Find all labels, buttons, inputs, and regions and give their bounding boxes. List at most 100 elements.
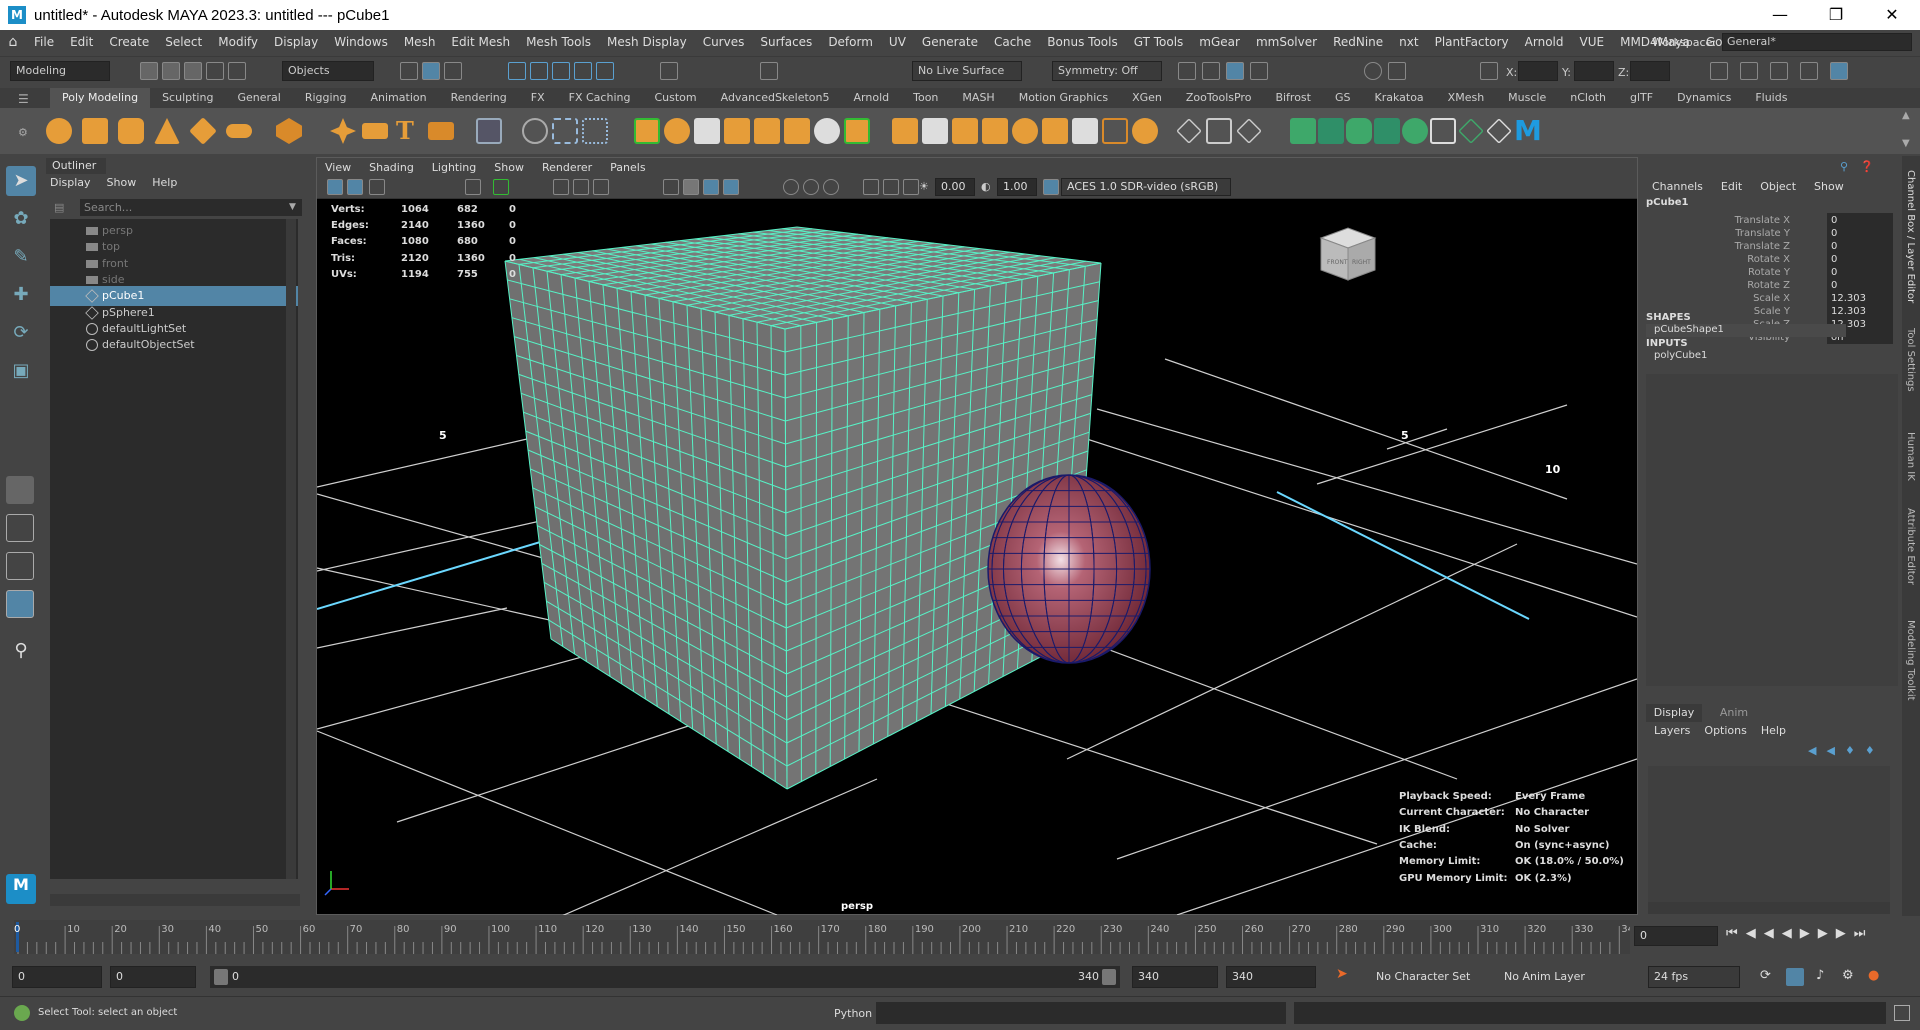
menu-create[interactable]: Create [101,35,157,49]
combine-icon[interactable] [522,118,548,144]
crease-icon[interactable] [1102,118,1128,144]
poly-plane-icon[interactable] [189,117,217,145]
grease-pencil-icon[interactable] [465,179,481,195]
paint-select-icon[interactable]: ✎ [6,242,36,272]
filter-icon[interactable]: ▤ [54,201,64,214]
menu-edit-mesh[interactable]: Edit Mesh [443,35,518,49]
retopologize-icon[interactable] [1346,118,1372,144]
extrude-icon[interactable] [694,118,720,144]
menu-curves[interactable]: Curves [695,35,753,49]
two-pane-icon[interactable] [6,552,34,580]
character-set-dropdown[interactable]: No Character Set [1376,966,1486,988]
uv-editor-icon[interactable] [476,118,502,144]
snap-surface-icon[interactable] [596,62,614,80]
poly-cone-icon[interactable] [154,118,180,144]
search-icon[interactable]: ⚲ [6,636,36,666]
super-shape-icon[interactable] [330,118,356,144]
home-icon[interactable]: ⌂ [0,34,26,50]
multi-cut-icon[interactable] [892,118,918,144]
fill-hole-icon[interactable] [784,118,810,144]
outliner-vscrollbar[interactable] [286,219,296,879]
viewport-menu-lighting[interactable]: Lighting [432,158,476,177]
select-object-icon[interactable] [422,62,440,80]
shelf-tab-bifrost[interactable]: Bifrost [1263,88,1323,108]
tab-anim-layers[interactable]: Anim [1706,704,1762,722]
channel-box-icon[interactable] [1830,62,1848,80]
menu-mesh-tools[interactable]: Mesh Tools [518,35,599,49]
loop-icon[interactable]: ⟳ [1760,968,1771,983]
colorspace-dropdown[interactable]: ACES 1.0 SDR-video (sRGB) [1061,178,1231,196]
menu-uv[interactable]: UV [881,35,914,49]
anim-prefs-icon[interactable]: ⚙ [1842,968,1854,983]
transform-mode-icon[interactable] [1480,62,1498,80]
time-slider[interactable]: 10 20 30 40 50 60 70 80 90 100 110 120 130 140 150 160 1… [0,916,1920,958]
single-pane-icon[interactable] [6,476,34,504]
channel-value-field[interactable]: 0 [1827,252,1893,266]
xray-joints-icon[interactable] [903,179,919,195]
separate-icon[interactable] [552,118,578,144]
live-surface-field[interactable]: No Live Surface [912,61,1022,81]
mirror-icon[interactable] [814,118,840,144]
command-input[interactable] [876,1002,1286,1024]
textured-icon[interactable] [723,179,739,195]
shelf-tab-arnold[interactable]: Arnold [842,88,902,108]
menu-nxt[interactable]: nxt [1391,35,1426,49]
range-slider-end-handle[interactable] [1102,969,1116,985]
sweep-mesh-icon[interactable] [362,123,388,139]
viewport-menu-panels[interactable]: Panels [610,158,645,177]
play-backwards-icon[interactable]: ◀ [1782,926,1792,941]
channel-value-field[interactable]: 0 [1827,226,1893,240]
tool-settings-icon[interactable] [1800,62,1818,80]
shelf-tab-ncloth[interactable]: nCloth [1558,88,1618,108]
camera-tools-icon[interactable] [347,179,363,195]
input-node[interactable]: polyCube1 [1646,350,1846,363]
menu-edit[interactable]: Edit [62,35,101,49]
snap-curve-icon[interactable] [530,62,548,80]
shape-node[interactable]: pCubeShape1 [1646,324,1846,337]
sculpt-brush-icon[interactable] [1236,118,1262,144]
script-language-label[interactable]: Python [834,1007,872,1020]
channel-value-field[interactable]: 0 [1827,278,1893,292]
render-view-icon[interactable] [760,62,778,80]
menu-windows[interactable]: Windows [326,35,396,49]
script-editor-icon[interactable] [1894,1005,1910,1021]
snap-together-icon[interactable] [1458,118,1484,144]
move-tool-icon[interactable]: ✚ [6,280,36,310]
menu-display[interactable]: Display [266,35,326,49]
layer-menu-options[interactable]: Options [1704,724,1746,737]
quad-draw-icon[interactable] [1012,118,1038,144]
menu-arnold[interactable]: Arnold [1517,35,1572,49]
rotate-tool-icon[interactable]: ⟳ [6,318,36,348]
shelf-tab-fluids[interactable]: Fluids [1743,88,1799,108]
playback-start-field[interactable]: 0 [110,966,196,988]
lasso-tool-icon[interactable]: ✿ [6,204,36,234]
shelf-tab-xgen[interactable]: XGen [1120,88,1174,108]
insert-loop-icon[interactable] [1072,118,1098,144]
menu-deform[interactable]: Deform [820,35,881,49]
tab-display-layers[interactable]: Display [1646,704,1702,722]
select-hierarchy-icon[interactable] [400,62,418,80]
outliner-hscrollbar[interactable] [50,894,300,906]
channel-box-menu-edit[interactable]: Edit [1721,180,1742,193]
shelf-tab-animation[interactable]: Animation [359,88,439,108]
shelf-tab-advancedskeleton5[interactable]: AdvancedSkeleton5 [709,88,842,108]
mash-icon[interactable]: M [1514,114,1542,147]
ipr-render-icon[interactable] [1226,62,1244,80]
current-frame-field[interactable]: 0 [1634,926,1718,946]
channel-box-pin-icon[interactable]: ⚲ [1840,160,1848,173]
construction-history-icon[interactable] [660,62,678,80]
auto-key-icon[interactable]: ➤ [1336,966,1348,982]
step-forward-key-icon[interactable]: ▶ [1836,926,1846,941]
menu-mesh[interactable]: Mesh [396,35,444,49]
outliner-item[interactable]: defaultObjectSet [50,335,298,355]
playback-end-field[interactable]: 340 [1132,966,1218,988]
poly-cylinder-icon[interactable] [118,118,144,144]
anim-layer-dropdown[interactable]: No Anim Layer [1504,966,1614,988]
connect-icon[interactable] [952,118,978,144]
boolean-difference-icon[interactable] [664,118,690,144]
menu-gt-tools[interactable]: GT Tools [1126,35,1192,49]
channel-value-field[interactable]: 0 [1827,265,1893,279]
step-back-frame-icon[interactable]: ◀ [1764,926,1774,941]
minimize-icon[interactable]: — [1752,0,1808,30]
hypershade-icon[interactable] [1250,62,1268,80]
